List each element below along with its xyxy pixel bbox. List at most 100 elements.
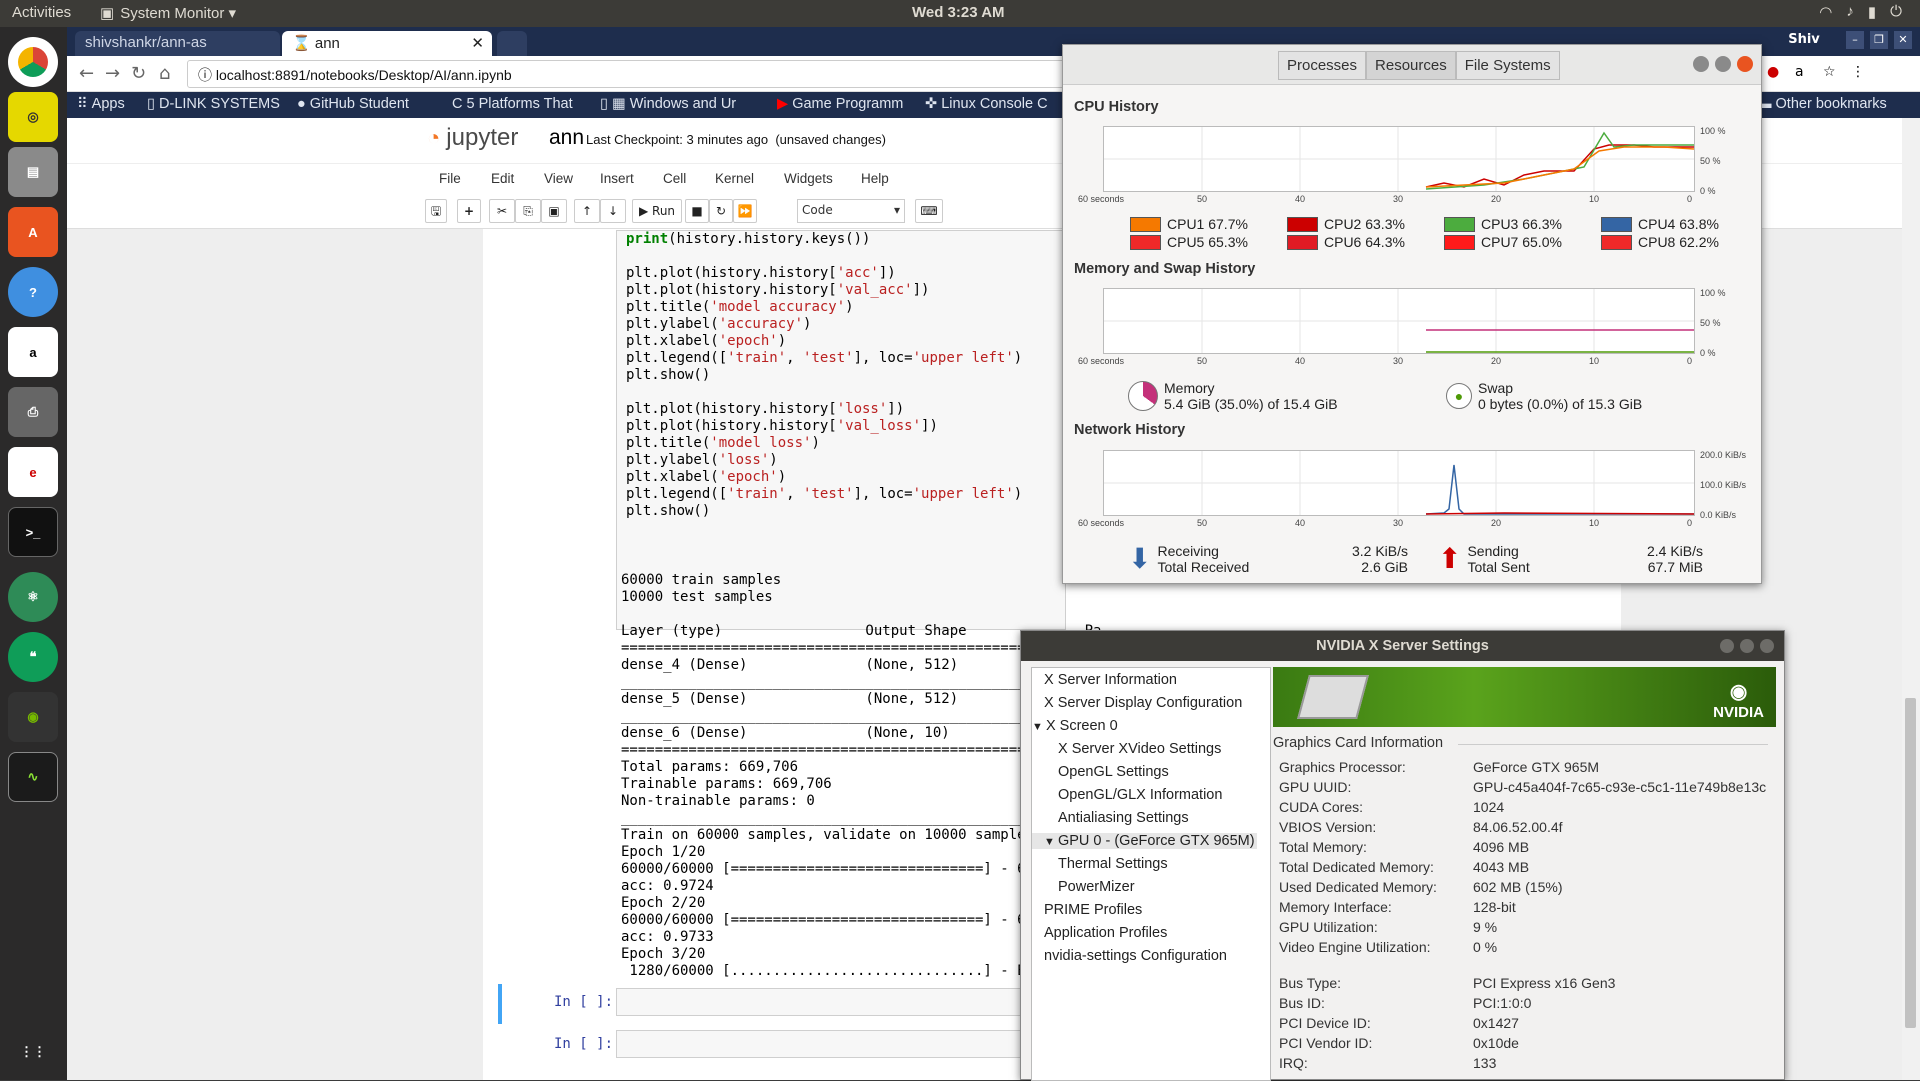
bookmark-linux[interactable]: ✜ Linux Console C	[925, 96, 1048, 112]
close-icon[interactable]: ✕	[1894, 31, 1912, 49]
atom-icon[interactable]: ⚛	[8, 572, 58, 622]
minimize-icon[interactable]: –	[1846, 31, 1864, 49]
bookmark-other[interactable]: ▬ Other bookmarks	[1757, 96, 1887, 112]
chrome-icon[interactable]	[8, 37, 58, 87]
expander-icon[interactable]: ▼	[1032, 721, 1046, 733]
bookmark-windows[interactable]: ▯ ▦ Windows and Ur	[600, 96, 736, 112]
bookmark-dlink[interactable]: ▯ D-LINK SYSTEMS	[147, 96, 280, 112]
color-swatch[interactable]	[1130, 216, 1161, 232]
profile-button[interactable]: Shiv	[1783, 29, 1825, 51]
close-icon[interactable]	[1760, 639, 1774, 653]
app-menu[interactable]: ▣ System Monitor ▾	[100, 4, 236, 22]
new-tab-button[interactable]	[497, 31, 527, 56]
menu-file[interactable]: File	[439, 171, 461, 186]
save-icon[interactable]: 🖫	[425, 199, 447, 223]
tab-resources[interactable]: Resources	[1366, 51, 1456, 80]
files-icon[interactable]: ▤	[8, 147, 58, 197]
software-icon[interactable]: A	[8, 207, 58, 257]
page-scrollbar[interactable]	[1902, 118, 1920, 1080]
color-swatch[interactable]	[1287, 216, 1318, 232]
amazon-extension-icon[interactable]: a	[1795, 64, 1804, 80]
color-swatch[interactable]	[1444, 216, 1475, 232]
tree-item[interactable]: X Server Display Configuration	[1044, 695, 1242, 711]
reload-icon[interactable]: ↻	[131, 63, 146, 84]
menu-icon[interactable]: ⋮	[1851, 64, 1865, 80]
bookmark-game[interactable]: ▶ Game Programm	[777, 96, 903, 112]
tree-item[interactable]: OpenGL Settings	[1058, 764, 1169, 780]
bookmark-apps[interactable]: ⠿ Apps	[77, 96, 125, 112]
move-down-icon[interactable]: ↓	[600, 199, 626, 223]
extension-icon[interactable]: ●	[1767, 64, 1779, 80]
add-cell-icon[interactable]: +	[457, 199, 481, 223]
nvidia-icon[interactable]: ◉	[8, 692, 58, 742]
bookmark-platforms[interactable]: C 5 Platforms That	[452, 96, 573, 112]
close-icon[interactable]	[1737, 56, 1753, 72]
printer-icon[interactable]: ⎙	[8, 387, 58, 437]
rhythmbox-icon[interactable]: ◎	[8, 92, 58, 142]
power-icon[interactable]: ⏻	[1890, 3, 1902, 21]
address-bar[interactable]: ⓘ localhost:8891/notebooks/Desktop/AI/an…	[187, 60, 1137, 88]
forward-icon[interactable]: →	[105, 63, 120, 84]
tab-file-systems[interactable]: File Systems	[1455, 51, 1560, 80]
menu-help[interactable]: Help	[861, 171, 889, 186]
tree-item[interactable]: nvidia-settings Configuration	[1044, 948, 1227, 964]
scrollbar-thumb[interactable]	[1905, 698, 1916, 1028]
menu-insert[interactable]: Insert	[600, 171, 634, 186]
move-up-icon[interactable]: ↑	[574, 199, 600, 223]
code-cell[interactable]: print(history.history.keys()) plt.plot(h…	[616, 230, 1066, 630]
run-button[interactable]: ▶ Run	[632, 199, 682, 223]
tree-item[interactable]: OpenGL/GLX Information	[1058, 787, 1222, 803]
system-tray[interactable]: ◠ ♪ ▮ ⏻	[1819, 3, 1902, 21]
tree-item[interactable]: X Server Information	[1044, 672, 1177, 688]
fast-forward-icon[interactable]: ⏩	[733, 199, 757, 223]
minimize-icon[interactable]	[1720, 639, 1734, 653]
jupyter-logo[interactable]: ◔ jupyter	[427, 124, 518, 152]
copy-icon[interactable]: ⎘	[515, 199, 541, 223]
menu-widgets[interactable]: Widgets	[784, 171, 833, 186]
terminal-icon[interactable]: >_	[8, 507, 58, 557]
activities-button[interactable]: Activities	[12, 4, 71, 21]
maximize-icon[interactable]	[1715, 56, 1731, 72]
maximize-icon[interactable]	[1740, 639, 1754, 653]
notebook-name[interactable]: ann	[549, 126, 584, 150]
minimize-icon[interactable]	[1693, 56, 1709, 72]
color-swatch[interactable]	[1130, 234, 1161, 250]
color-swatch[interactable]	[1287, 234, 1318, 250]
volume-icon[interactable]: ♪	[1846, 3, 1854, 21]
home-icon[interactable]: ⌂	[159, 63, 170, 84]
tree-item[interactable]: PRIME Profiles	[1044, 902, 1142, 918]
menu-view[interactable]: View	[544, 171, 573, 186]
cut-icon[interactable]: ✂	[489, 199, 515, 223]
cell-type-select[interactable]: Code ▾	[797, 199, 905, 223]
tab-ann[interactable]: ⌛ ann ✕	[282, 31, 492, 56]
help-icon[interactable]: ?	[8, 267, 58, 317]
color-swatch[interactable]	[1444, 234, 1475, 250]
tree-item[interactable]: ▼ GPU 0 - (GeForce GTX 965M)	[1032, 833, 1257, 849]
tree-item[interactable]: Thermal Settings	[1058, 856, 1168, 872]
system-monitor-icon[interactable]: ∿	[8, 752, 58, 802]
tab-github[interactable]: shivshankr/ann-as	[75, 31, 280, 56]
document-viewer-icon[interactable]: e	[8, 447, 58, 497]
show-applications-icon[interactable]: ⋮⋮	[8, 1027, 58, 1077]
color-swatch[interactable]	[1601, 234, 1632, 250]
tree-item[interactable]: Antialiasing Settings	[1058, 810, 1189, 826]
menu-cell[interactable]: Cell	[663, 171, 686, 186]
back-icon[interactable]: ←	[79, 63, 94, 84]
tab-processes[interactable]: Processes	[1278, 51, 1367, 80]
expander-icon[interactable]: ▼	[1044, 836, 1058, 848]
menu-kernel[interactable]: Kernel	[715, 171, 754, 186]
tree-item[interactable]: X Server XVideo Settings	[1058, 741, 1221, 757]
battery-icon[interactable]: ▮	[1868, 3, 1876, 21]
menu-edit[interactable]: Edit	[491, 171, 514, 186]
restore-icon[interactable]: ❐	[1870, 31, 1888, 49]
stop-icon[interactable]: ■	[685, 199, 709, 223]
keyboard-icon[interactable]: ⌨	[915, 199, 943, 223]
restart-icon[interactable]: ↻	[709, 199, 733, 223]
tree-item[interactable]: ▼ X Screen 0	[1032, 718, 1118, 734]
wifi-icon[interactable]: ◠	[1819, 3, 1832, 21]
tree-item[interactable]: PowerMizer	[1058, 879, 1135, 895]
amazon-icon[interactable]: a	[8, 327, 58, 377]
tree-item[interactable]: Application Profiles	[1044, 925, 1167, 941]
bookmark-star-icon[interactable]: ☆	[1823, 64, 1836, 80]
bookmark-github[interactable]: ● GitHub Student	[297, 96, 409, 112]
